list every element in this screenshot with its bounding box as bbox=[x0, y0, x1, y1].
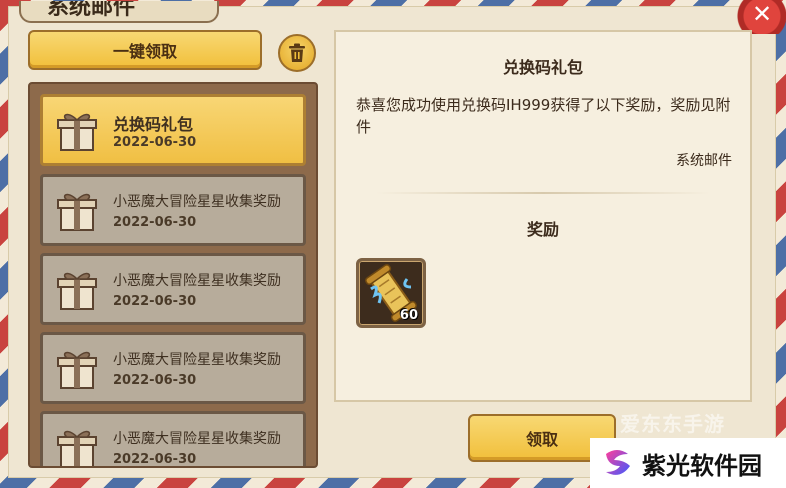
close-icon: ✕ bbox=[751, 0, 773, 28]
gift-box-icon bbox=[57, 272, 97, 310]
mail-title: 兑换码礼包 bbox=[113, 115, 194, 134]
list-item[interactable]: 小恶魔大冒险星星收集奖励 2022-06-30 bbox=[40, 332, 306, 404]
close-button[interactable]: ✕ bbox=[736, 0, 786, 34]
list-item[interactable]: 小恶魔大冒险星星收集奖励 2022-06-30 bbox=[40, 174, 306, 246]
reward-slot[interactable]: 60 bbox=[356, 258, 426, 328]
list-item[interactable]: 小恶魔大冒险星星收集奖励 2022-06-30 bbox=[40, 253, 306, 325]
mail-date: 2022-06-30 bbox=[113, 135, 197, 150]
gift-box-icon bbox=[57, 113, 97, 151]
claim-all-label: 一键领取 bbox=[112, 42, 177, 61]
mail-title: 小恶魔大冒险星星收集奖励 bbox=[113, 273, 281, 289]
gift-box-icon bbox=[57, 351, 97, 389]
site-logo-icon bbox=[606, 450, 630, 475]
mail-date: 2022-06-30 bbox=[113, 452, 197, 467]
site-name: 紫光软件园 bbox=[642, 451, 762, 480]
mail-title: 小恶魔大冒险星星收集奖励 bbox=[113, 431, 281, 447]
watermark-text: 爱东东手游 bbox=[620, 412, 725, 436]
gift-box-icon bbox=[57, 430, 97, 466]
site-watermark: 紫光软件园 bbox=[590, 438, 786, 488]
delete-button[interactable] bbox=[278, 34, 316, 72]
mail-detail-title: 兑换码礼包 bbox=[502, 58, 583, 77]
mail-title: 小恶魔大冒险星星收集奖励 bbox=[113, 352, 281, 368]
list-item[interactable]: 小恶魔大冒险星星收集奖励 2022-06-30 bbox=[40, 411, 306, 467]
mail-date: 2022-06-30 bbox=[113, 294, 197, 309]
mail-date: 2022-06-30 bbox=[113, 373, 197, 388]
trash-icon bbox=[289, 43, 305, 62]
divider bbox=[376, 192, 710, 194]
window-title: 系统邮件 bbox=[19, 1, 219, 23]
rewards-heading: 奖励 bbox=[526, 220, 559, 239]
mail-list[interactable]: 兑换码礼包 2022-06-30 小恶魔大冒险星星收集奖励 2022-06-30… bbox=[28, 82, 318, 468]
reward-count: 60 bbox=[399, 308, 418, 323]
mail-detail-panel: 兑换码礼包 恭喜您成功使用兑换码IH999获得了以下奖励，奖励见附件 系统邮件 … bbox=[334, 30, 752, 402]
mail-date: 2022-06-30 bbox=[113, 215, 197, 230]
claim-label: 领取 bbox=[525, 430, 558, 449]
list-item[interactable]: 兑换码礼包 2022-06-30 bbox=[40, 94, 306, 166]
gift-box-icon bbox=[57, 193, 97, 231]
mail-body-text: 恭喜您成功使用兑换码IH999获得了以下奖励，奖励见附件 bbox=[356, 96, 731, 136]
mail-title: 小恶魔大冒险星星收集奖励 bbox=[113, 194, 281, 210]
mail-sender: 系统邮件 bbox=[676, 153, 732, 169]
claim-all-button[interactable]: 一键领取 bbox=[28, 30, 262, 70]
